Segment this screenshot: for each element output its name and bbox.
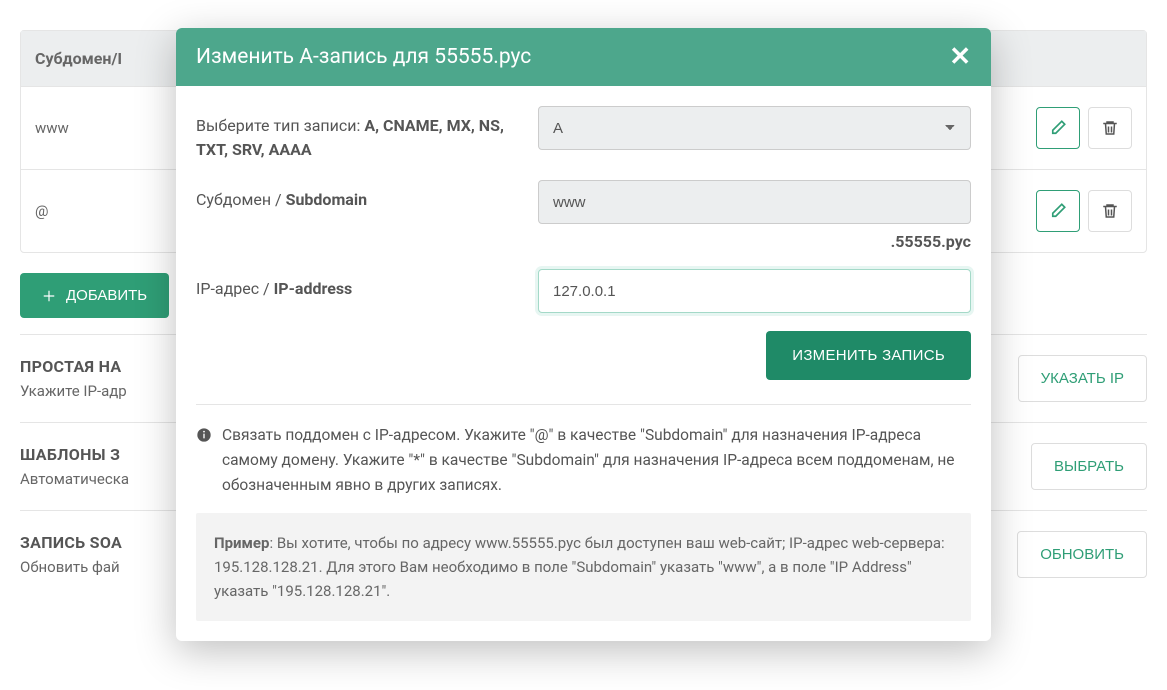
modal-header: Изменить A-запись для 55555.рус ✕ [176, 28, 991, 86]
example-box: Пример: Вы хотите, чтобы по адресу www.5… [196, 513, 971, 621]
edit-a-record-modal: Изменить A-запись для 55555.рус ✕ Выбери… [176, 28, 991, 641]
close-icon[interactable]: ✕ [949, 44, 971, 70]
form-row-ip: IP-адрес / IP-address [196, 269, 971, 313]
record-type-label: Выберите тип записи: A, CNAME, MX, NS, T… [196, 106, 506, 162]
modal-title: Изменить A-запись для 55555.рус [196, 45, 531, 69]
record-type-select[interactable]: A [538, 106, 971, 150]
subdomain-input[interactable] [538, 180, 971, 224]
info-icon [196, 427, 212, 443]
domain-suffix: .55555.рус [538, 232, 971, 251]
submit-button[interactable]: ИЗМЕНИТЬ ЗАПИСЬ [766, 331, 971, 380]
example-label: Пример [214, 534, 269, 552]
subdomain-label: Субдомен / Subdomain [196, 180, 506, 251]
form-row-record-type: Выберите тип записи: A, CNAME, MX, NS, T… [196, 106, 971, 162]
ip-label: IP-адрес / IP-address [196, 269, 506, 313]
info-text: Связать поддомен с IP-адресом. Укажите "… [196, 423, 971, 497]
modal-overlay: Изменить A-запись для 55555.рус ✕ Выбери… [0, 0, 1167, 690]
form-row-subdomain: Субдомен / Subdomain .55555.рус [196, 180, 971, 251]
ip-input[interactable] [538, 269, 971, 313]
